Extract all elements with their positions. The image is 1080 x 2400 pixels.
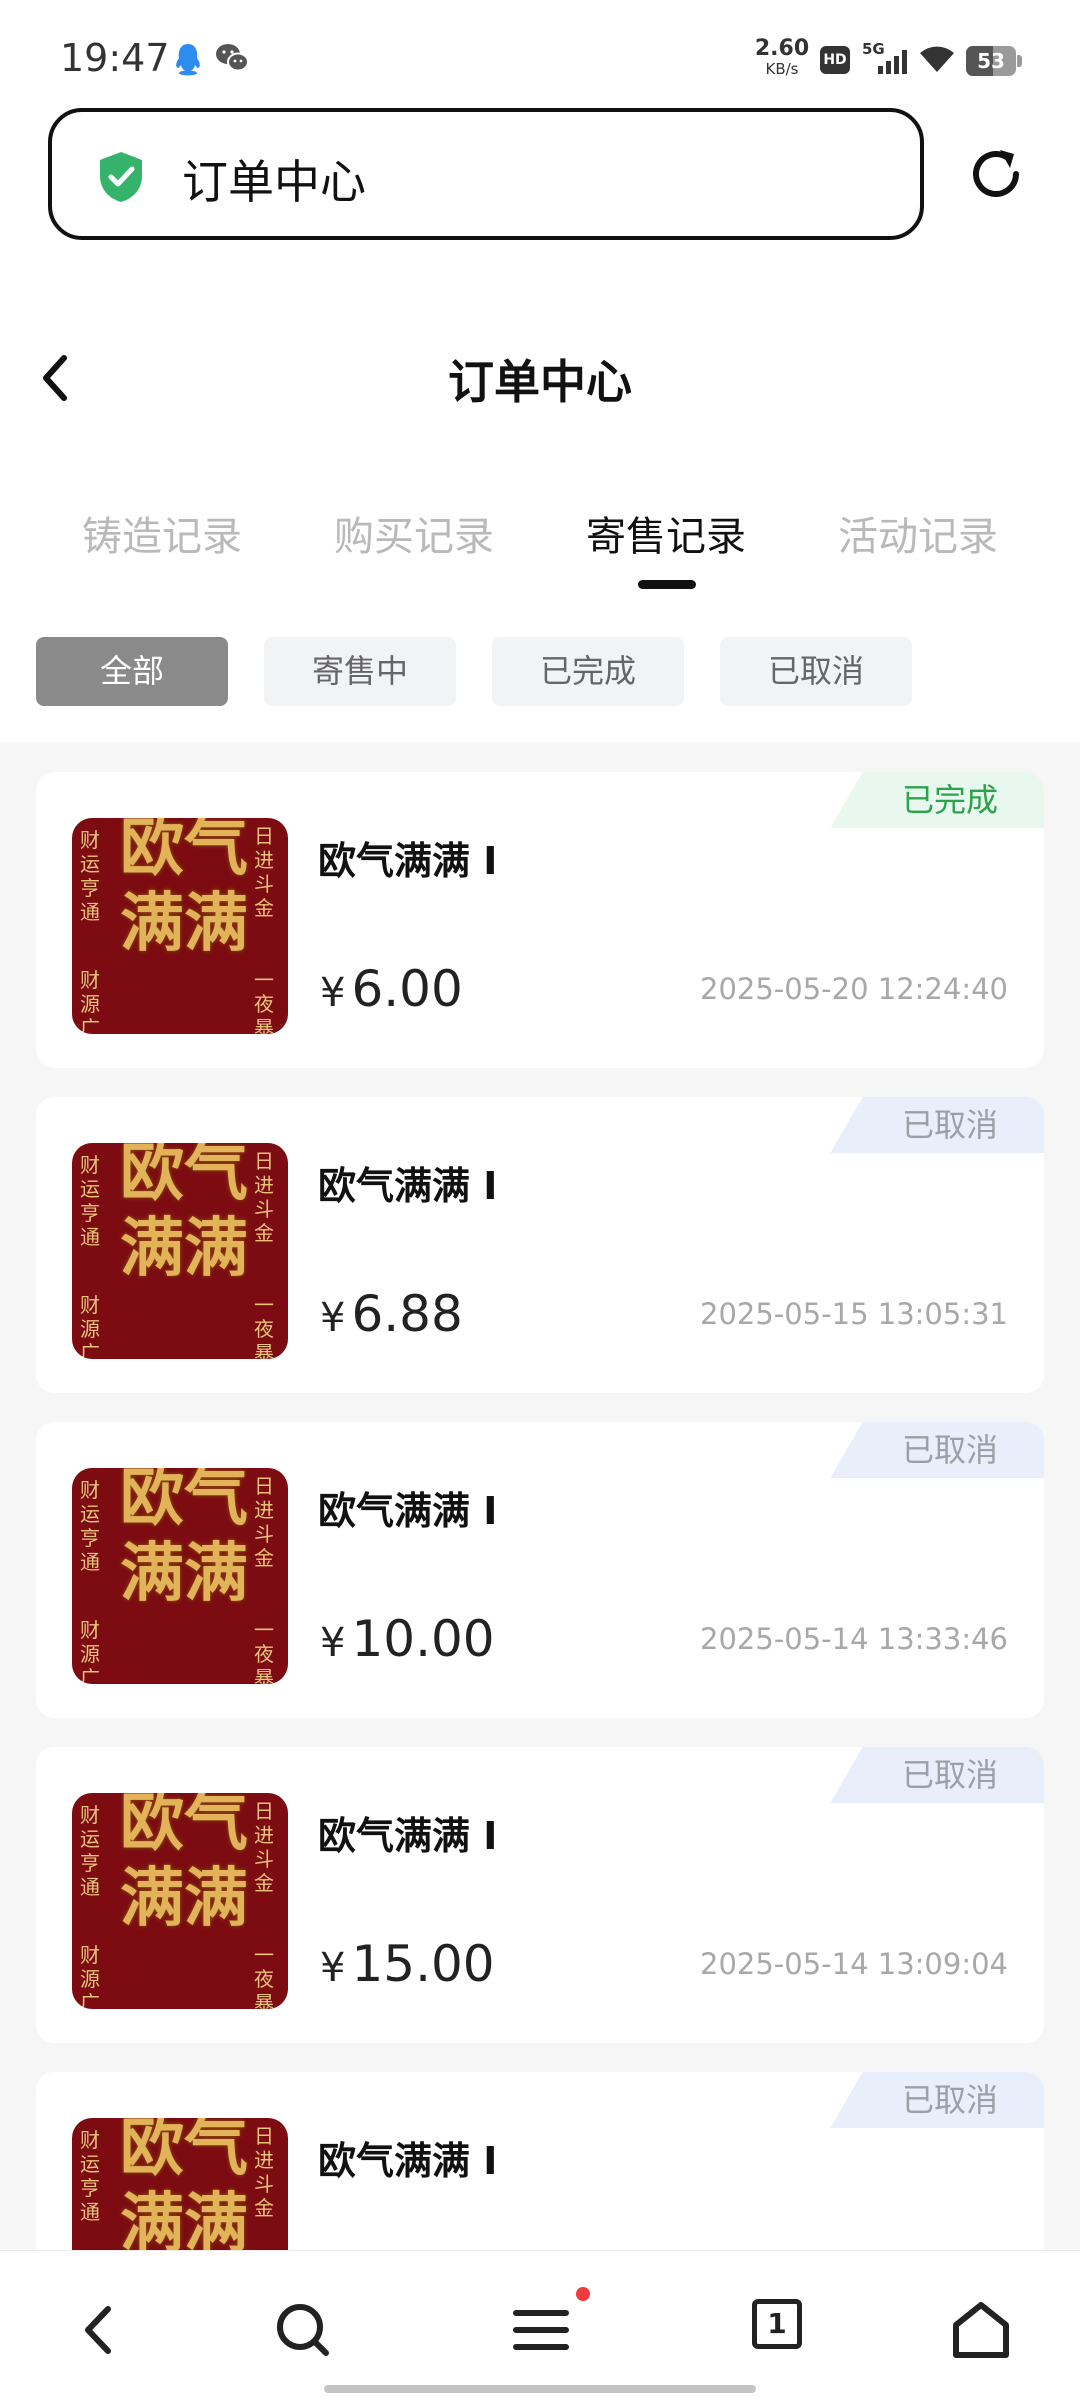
home-indicator[interactable] [324,2385,756,2393]
order-card[interactable]: 欧气满满 财运亨通 日进斗金 财源广 一夜暴 欧气满满 I ¥6.88 2025… [36,1097,1044,1393]
tab-activity-records[interactable]: 活动记录 [798,504,1038,562]
product-thumbnail: 欧气满满 财运亨通 日进斗金 财源广 一夜暴 [72,1793,288,2009]
signal-5g-icon: 5G [862,40,907,74]
order-card[interactable]: 欧气满满 财运亨通 日进斗金 财源广 一夜暴 欧气满满 I ¥10.00 202… [36,1422,1044,1718]
back-icon[interactable] [64,2295,134,2365]
product-name: 欧气满满 I [318,1164,498,1208]
page-title: 订单中心 [448,355,632,409]
refresh-icon[interactable] [966,144,1026,204]
wechat-icon [216,44,249,72]
product-thumbnail: 欧气满满 财运亨通 日进斗金 财源广 一夜暴 [72,1468,288,1684]
status-time: 19:47 [60,36,170,80]
url-bar[interactable]: 订单中心 [48,108,924,240]
order-date: 2025-05-20 12:24:40 [700,972,1008,1006]
product-name: 欧气满满 I [318,1814,498,1858]
order-date: 2025-05-15 13:05:31 [700,1297,1008,1331]
page: 19:47 2.60 KB/s HD 5G 53 订单中心 订单中心 铸造记录 … [0,0,1080,2400]
search-icon[interactable] [268,2295,338,2365]
product-thumbnail: 欧气满满 财运亨通 日进斗金 财源广 一夜暴 [72,818,288,1034]
product-price: ¥15.00 [320,1935,495,1993]
product-name: 欧气满满 I [318,2139,498,2183]
filter-cancelled[interactable]: 已取消 [720,637,912,706]
filter-all[interactable]: 全部 [36,637,228,706]
battery-icon: 53 [966,46,1022,76]
product-price: ¥6.00 [320,960,463,1018]
filter-completed[interactable]: 已完成 [492,637,684,706]
order-date: 2025-05-14 13:33:46 [700,1622,1008,1656]
bottom-nav: 1 [0,2250,1080,2400]
product-price: ¥10.00 [320,1610,495,1668]
status-badge: 已取消 [828,1097,1044,1153]
status-badge: 已取消 [828,2072,1044,2128]
menu-icon[interactable] [506,2295,576,2365]
tab-active-indicator [638,580,696,589]
tab-mint-records[interactable]: 铸造记录 [42,504,282,562]
notification-dot [576,2287,590,2301]
status-badge: 已取消 [828,1747,1044,1803]
product-thumbnail: 欧气满满 财运亨通 日进斗金 财源广 一夜暴 [72,1143,288,1359]
hd-icon: HD [820,46,850,74]
product-price: ¥6.88 [320,1285,463,1343]
order-card[interactable]: 欧气满满 财运亨通 日进斗金 财源广 一夜暴 欧气满满 I ¥6.00 2025… [36,772,1044,1068]
svg-text:5G: 5G [862,40,885,58]
product-name: 欧气满满 I [318,839,498,883]
order-card[interactable]: 欧气满满 财运亨通 日进斗金 财源广 一夜暴 欧气满满 I ¥15.00 202… [36,1747,1044,2043]
filter-on-sale[interactable]: 寄售中 [264,637,456,706]
net-speed: 2.60 KB/s [754,36,810,78]
wifi-icon [920,46,954,72]
url-text: 订单中心 [182,155,366,209]
shield-check-icon [100,152,142,202]
tabs-icon[interactable]: 1 [752,2299,802,2349]
tab-consignment-records[interactable]: 寄售记录 [546,504,786,562]
qq-icon [176,44,200,76]
status-bar: 19:47 2.60 KB/s HD 5G 53 [0,0,1080,110]
status-badge: 已完成 [828,772,1044,828]
status-badge: 已取消 [828,1422,1044,1478]
tab-purchase-records[interactable]: 购买记录 [294,504,534,562]
order-date: 2025-05-14 13:09:04 [700,1947,1008,1981]
product-name: 欧气满满 I [318,1489,498,1533]
home-icon[interactable] [946,2295,1016,2365]
